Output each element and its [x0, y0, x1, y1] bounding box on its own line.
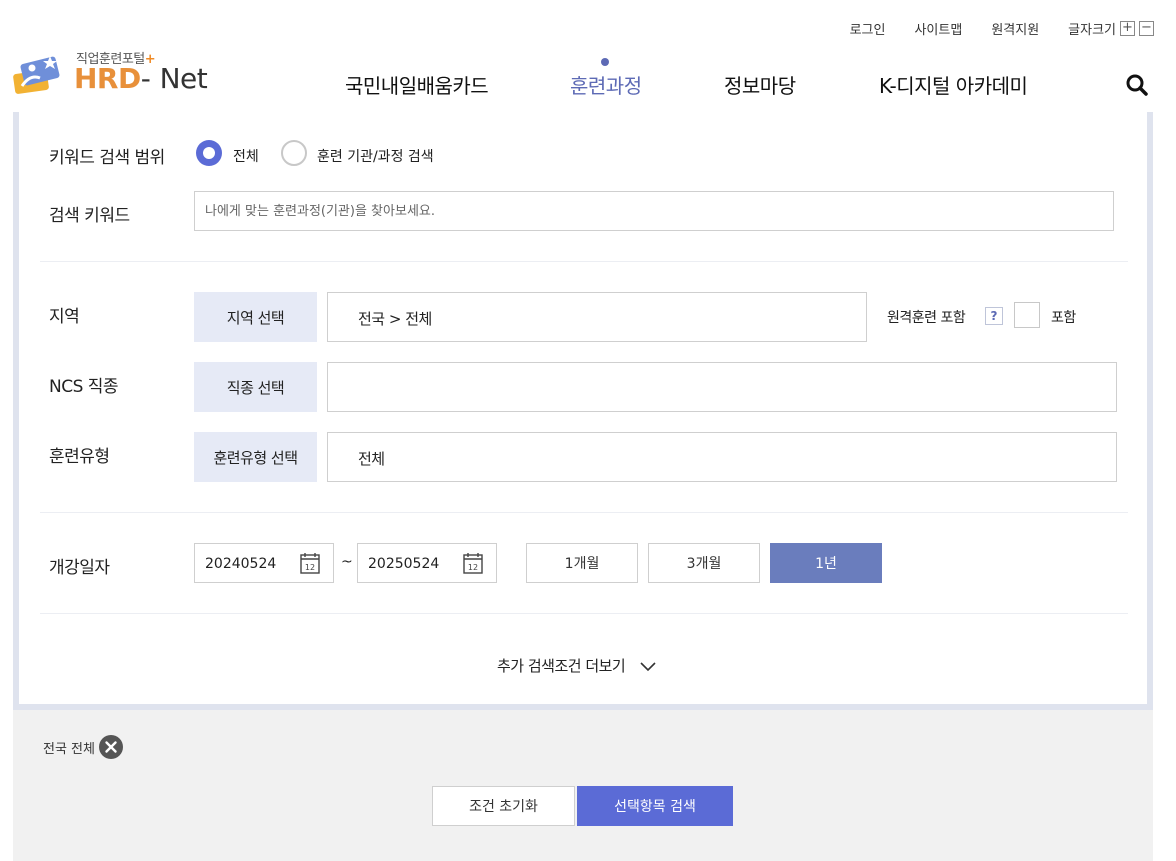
include-remote-checkbox[interactable]	[1014, 302, 1040, 328]
selected-filter-tag: 전국 전체	[43, 735, 123, 759]
period-1-month-button[interactable]: 1개월	[526, 543, 638, 583]
period-1-year-button[interactable]: 1년	[770, 543, 882, 583]
selected-filter-label: 전국 전체	[43, 741, 95, 757]
font-size-label: 글자크기	[1068, 23, 1116, 38]
nav-item-training-course[interactable]: 훈련과정	[570, 70, 642, 99]
keyword-search-input[interactable]	[194, 191, 1114, 231]
nav-item-learning-card[interactable]: 국민내일배움카드	[345, 70, 489, 99]
scope-all-label[interactable]: 전체	[233, 146, 259, 166]
date-from-value: 20240524	[205, 556, 277, 572]
remove-filter-close-icon[interactable]	[98, 735, 123, 759]
scope-institution-label[interactable]: 훈련 기관/과정 검색	[317, 146, 434, 166]
more-conditions-toggle[interactable]: 추가 검색조건 더보기	[497, 655, 656, 676]
start-date-label: 개강일자	[49, 558, 110, 578]
date-from-field[interactable]: 20240524 12	[194, 543, 334, 583]
sitemap-link[interactable]: 사이트맵	[914, 19, 962, 38]
font-size-control: 글자크기 + −	[1068, 19, 1154, 38]
login-link[interactable]: 로그인	[850, 19, 886, 38]
period-3-month-button[interactable]: 3개월	[648, 543, 760, 583]
font-increase-button[interactable]: +	[1120, 21, 1135, 36]
ncs-label: NCS 직종	[49, 377, 119, 397]
reset-conditions-button[interactable]: 조건 초기화	[432, 786, 575, 826]
svg-text:12: 12	[305, 563, 315, 572]
date-to-field[interactable]: 20250524 12	[357, 543, 497, 583]
section-divider	[40, 261, 1128, 262]
search-selected-button[interactable]: 선택항목 검색	[577, 786, 733, 826]
utility-nav: 로그인 사이트맵 원격지원 글자크기 + −	[821, 19, 1154, 38]
training-type-select-button[interactable]: 훈련유형 선택	[194, 432, 317, 482]
scope-institution-radio[interactable]	[281, 140, 307, 166]
main-nav: 국민내일배움카드 훈련과정 정보마당 K-디지털 아카데미	[0, 58, 1176, 100]
ncs-select-button[interactable]: 직종 선택	[194, 362, 317, 412]
region-select-button[interactable]: 지역 선택	[194, 292, 317, 342]
keyword-label: 검색 키워드	[49, 206, 130, 226]
svg-text:12: 12	[468, 563, 478, 572]
section-divider	[40, 613, 1128, 614]
date-to-value: 20250524	[368, 556, 440, 572]
scope-all-radio[interactable]	[196, 140, 222, 166]
section-divider	[40, 512, 1128, 513]
training-type-label: 훈련유형	[49, 447, 110, 467]
font-decrease-button[interactable]: −	[1139, 21, 1154, 36]
more-conditions-label: 추가 검색조건 더보기	[497, 657, 626, 675]
date-range-separator: ~	[341, 554, 353, 570]
nav-item-k-digital[interactable]: K-디지털 아카데미	[879, 70, 1028, 99]
calendar-icon[interactable]: 12	[300, 552, 320, 574]
region-label: 지역	[49, 307, 80, 327]
region-value-field[interactable]: 전국 > 전체	[327, 292, 867, 342]
ncs-value-field[interactable]	[327, 362, 1117, 412]
chevron-down-icon	[639, 661, 656, 671]
remote-support-link[interactable]: 원격지원	[991, 19, 1039, 38]
active-nav-indicator	[601, 58, 609, 66]
nav-item-info[interactable]: 정보마당	[724, 70, 796, 99]
remote-help-icon[interactable]: ?	[985, 307, 1003, 325]
calendar-icon[interactable]: 12	[463, 552, 483, 574]
training-type-value-field[interactable]: 전체	[327, 432, 1117, 482]
remote-training-label: 원격훈련 포함	[887, 310, 966, 326]
search-icon[interactable]	[1125, 73, 1149, 97]
keyword-scope-label: 키워드 검색 범위	[49, 148, 165, 168]
include-remote-label[interactable]: 포함	[1051, 307, 1076, 327]
site-header: 로그인 사이트맵 원격지원 글자크기 + − 직업훈련포털+ HRD- Net …	[0, 0, 1176, 112]
